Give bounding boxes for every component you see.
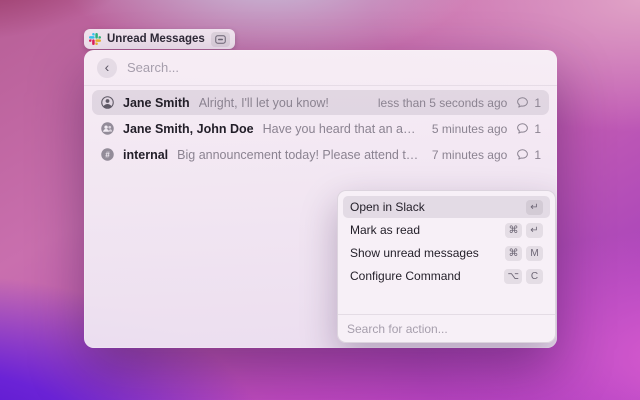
message-count: 1: [534, 148, 541, 162]
action-item-mark-as-read[interactable]: Mark as read ⌘ ↵: [343, 219, 550, 241]
message-time: 7 minutes ago: [432, 148, 507, 162]
message-row-jane-smith-john-doe[interactable]: Jane Smith, John Doe Have you heard that…: [92, 116, 549, 141]
message-preview: Alright, I'll let you know!: [199, 96, 368, 110]
chevron-left-icon: ‹: [105, 60, 110, 74]
channel-hash-icon: #: [100, 147, 115, 162]
key-command: ⌘: [505, 246, 522, 261]
action-label: Show unread messages: [350, 246, 479, 260]
message-time: less than 5 seconds ago: [378, 96, 507, 110]
message-meta: 7 minutes ago 1: [432, 148, 541, 162]
comment-bubble-icon: [516, 96, 529, 109]
launcher-window: ‹ Jane Smith Alright, I'll let you know!: [84, 50, 557, 348]
action-item-open-in-slack[interactable]: Open in Slack ↵: [343, 196, 550, 218]
shortcut-keys: ⌘ M: [505, 246, 543, 261]
keycap-icon: [211, 32, 230, 47]
message-list: Jane Smith Alright, I'll let you know! l…: [84, 86, 557, 172]
search-bar: ‹: [84, 50, 557, 86]
message-meta: less than 5 seconds ago 1: [378, 96, 541, 110]
shortcut-keys: ⌘ ↵: [505, 223, 543, 238]
search-input[interactable]: [127, 60, 544, 75]
person-circle-icon: [100, 95, 115, 110]
message-preview: Have you heard that an announcement is c…: [263, 122, 422, 136]
message-preview: Big announcement today! Please attend th…: [177, 148, 422, 162]
shortcut-keys: ↵: [526, 200, 543, 215]
key-return: ↵: [526, 200, 543, 215]
message-count: 1: [534, 96, 541, 110]
message-row-internal[interactable]: # internal Big announcement today! Pleas…: [92, 142, 549, 167]
message-count: 1: [534, 122, 541, 136]
svg-text:#: #: [105, 150, 110, 159]
key-command: ⌘: [505, 223, 522, 238]
command-chip-label: Unread Messages: [107, 33, 205, 45]
key-return: ↵: [526, 223, 543, 238]
action-label: Open in Slack: [350, 200, 425, 214]
message-title: Jane Smith: [123, 96, 190, 110]
action-search-bar: [338, 314, 555, 342]
action-panel-spacer: [338, 293, 555, 314]
action-item-list: Open in Slack ↵ Mark as read ⌘ ↵ Show un…: [338, 191, 555, 293]
message-title: internal: [123, 148, 168, 162]
slack-icon: [89, 33, 101, 45]
action-search-input[interactable]: [347, 322, 546, 336]
people-circle-icon: [100, 121, 115, 136]
comment-bubble-icon: [516, 122, 529, 135]
message-row-jane-smith[interactable]: Jane Smith Alright, I'll let you know! l…: [92, 90, 549, 115]
action-label: Mark as read: [350, 223, 420, 237]
command-chip[interactable]: Unread Messages: [84, 29, 235, 49]
action-panel: Open in Slack ↵ Mark as read ⌘ ↵ Show un…: [337, 190, 556, 343]
message-time: 5 minutes ago: [432, 122, 507, 136]
key-c: C: [526, 269, 543, 284]
desktop-wallpaper: Unread Messages ‹: [0, 0, 640, 400]
message-title: Jane Smith, John Doe: [123, 122, 254, 136]
action-label: Configure Command: [350, 269, 461, 283]
shortcut-keys: ⌥ C: [504, 269, 543, 284]
key-m: M: [526, 246, 543, 261]
comment-bubble-icon: [516, 148, 529, 161]
key-option: ⌥: [504, 269, 522, 284]
action-item-show-unread-messages[interactable]: Show unread messages ⌘ M: [343, 242, 550, 264]
back-button[interactable]: ‹: [97, 58, 117, 78]
message-meta: 5 minutes ago 1: [432, 122, 541, 136]
action-item-configure-command[interactable]: Configure Command ⌥ C: [343, 265, 550, 287]
